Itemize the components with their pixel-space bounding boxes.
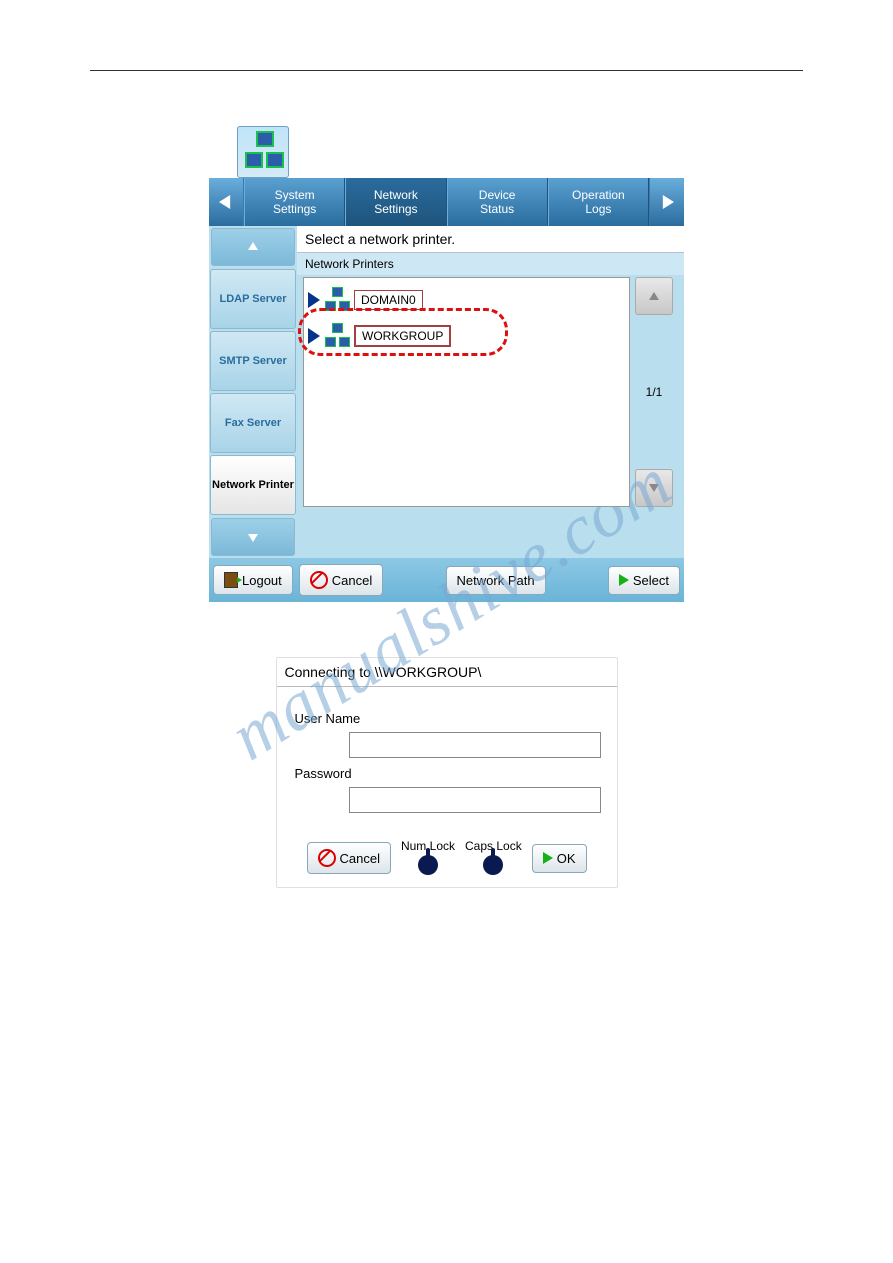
tab-network-settings[interactable]: Network Settings	[345, 178, 446, 226]
network-icon	[324, 323, 350, 349]
tab-label: Settings	[346, 202, 445, 216]
tab-label: Status	[448, 202, 547, 216]
numlock-indicator: Num Lock	[401, 839, 455, 877]
tab-device-status[interactable]: Device Status	[447, 178, 548, 226]
sidebar-item-label: SMTP Server	[219, 355, 287, 367]
list-item[interactable]: WORKGROUP	[308, 318, 625, 354]
dialog-title: Connecting to \\WORKGROUP\	[277, 658, 617, 687]
play-icon	[619, 574, 629, 586]
logout-button[interactable]: Logout	[213, 565, 293, 595]
select-button[interactable]: Select	[608, 566, 680, 595]
tab-label: Logs	[549, 202, 648, 216]
expand-icon	[308, 292, 320, 308]
capslock-indicator: Caps Lock	[465, 839, 522, 877]
username-label: User Name	[295, 711, 599, 726]
tab-label: Settings	[245, 202, 344, 216]
top-tab-bar: System Settings Network Settings Device …	[209, 178, 684, 226]
cancel-button[interactable]: Cancel	[307, 842, 391, 874]
panel-title: Select a network printer.	[297, 226, 684, 253]
list-scrollbar: 1/1	[630, 277, 678, 507]
button-label: Select	[633, 573, 669, 588]
button-label: Cancel	[332, 573, 372, 588]
play-icon	[543, 852, 553, 864]
indicator-icon	[483, 855, 503, 875]
sidebar-item-label: LDAP Server	[219, 293, 286, 305]
tab-label: Operation	[549, 188, 648, 202]
bottom-toolbar: Logout Cancel Network Path Select	[209, 558, 684, 602]
settings-ui-screenshot: System Settings Network Settings Device …	[209, 126, 684, 602]
page-top-rule	[90, 70, 803, 71]
button-label: OK	[557, 851, 576, 866]
sidebar-item-ldap-server[interactable]: LDAP Server	[210, 269, 296, 329]
tabs-next-arrow[interactable]	[649, 178, 684, 226]
list-scroll-up[interactable]	[635, 277, 673, 315]
expand-icon	[308, 328, 320, 344]
network-path-button[interactable]: Network Path	[446, 566, 546, 595]
list-item[interactable]: DOMAIN0	[308, 282, 625, 318]
button-label: Network Path	[457, 573, 535, 588]
list-item-label: DOMAIN0	[354, 290, 423, 310]
main-panel: Select a network printer. Network Printe…	[297, 226, 684, 558]
tabs-prev-arrow[interactable]	[209, 178, 244, 226]
tab-system-settings[interactable]: System Settings	[244, 178, 345, 226]
sidebar-item-label: Fax Server	[225, 417, 281, 429]
auth-dialog-screenshot: Connecting to \\WORKGROUP\ User Name Pas…	[276, 657, 618, 888]
sidebar-item-network-printer[interactable]: Network Printer	[210, 455, 296, 515]
sidebar-scroll-up[interactable]	[211, 228, 295, 266]
sidebar-item-label: Network Printer	[212, 479, 294, 491]
ok-button[interactable]: OK	[532, 844, 587, 873]
tab-operation-logs[interactable]: Operation Logs	[548, 178, 649, 226]
tab-label: Device	[448, 188, 547, 202]
list-label: Network Printers	[297, 253, 684, 275]
tab-label: Network	[346, 188, 445, 202]
network-printer-list: DOMAIN0 WORKGROUP	[303, 277, 630, 507]
network-icon	[237, 126, 289, 178]
cancel-icon	[310, 571, 328, 589]
password-input[interactable]	[349, 787, 601, 813]
dialog-button-row: Cancel Num Lock Caps Lock OK	[277, 829, 617, 887]
list-item-label: WORKGROUP	[354, 325, 451, 347]
page-indicator: 1/1	[646, 315, 663, 469]
sidebar-item-fax-server[interactable]: Fax Server	[210, 393, 296, 453]
button-label: Logout	[242, 573, 282, 588]
logout-icon	[224, 572, 238, 588]
password-label: Password	[295, 766, 599, 781]
indicator-icon	[418, 855, 438, 875]
network-icon	[324, 287, 350, 313]
tab-label: System	[245, 188, 344, 202]
sidebar: LDAP Server SMTP Server Fax Server Netwo…	[209, 226, 297, 558]
cancel-icon	[318, 849, 336, 867]
button-label: Cancel	[340, 851, 380, 866]
sidebar-scroll-down[interactable]	[211, 518, 295, 556]
cancel-button[interactable]: Cancel	[299, 564, 383, 596]
username-input[interactable]	[349, 732, 601, 758]
list-scroll-down[interactable]	[635, 469, 673, 507]
sidebar-item-smtp-server[interactable]: SMTP Server	[210, 331, 296, 391]
